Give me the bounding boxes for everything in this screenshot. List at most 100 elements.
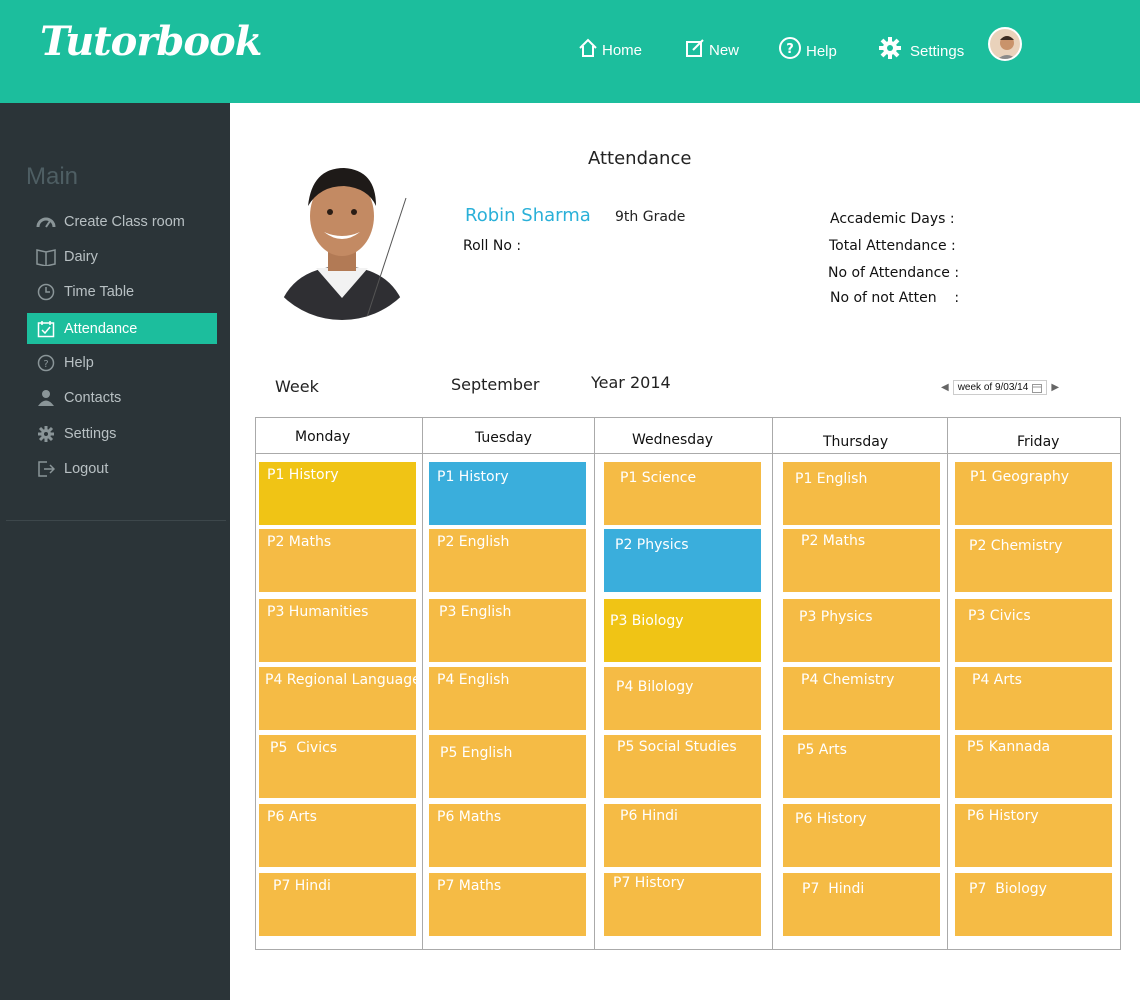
- period-cell[interactable]: P3 Physics: [783, 599, 940, 662]
- dashboard-icon: [36, 212, 56, 232]
- question-icon: ?: [36, 353, 56, 373]
- sidebar-item-label: Attendance: [64, 320, 138, 337]
- roll-no-label: Roll No :: [463, 238, 522, 254]
- sidebar-item-contacts[interactable]: Contacts: [27, 382, 217, 413]
- gear-icon: [879, 37, 901, 59]
- day-header-thursday: Thursday: [823, 434, 889, 450]
- sidebar-item-label: Create Class room: [64, 213, 185, 230]
- sidebar-item-label: Dairy: [64, 248, 98, 265]
- top-bar: Tutorbook Home New ? Help Settings: [0, 0, 1140, 103]
- nav-settings[interactable]: Settings: [878, 36, 964, 60]
- period-cell[interactable]: P6 Arts: [259, 804, 416, 867]
- user-avatar[interactable]: [988, 27, 1022, 61]
- week-picker-value: week of 9/03/14: [957, 382, 1029, 393]
- period-cell[interactable]: P2 Maths: [259, 529, 416, 592]
- svg-text:?: ?: [43, 359, 48, 370]
- nav-help-label: Help: [806, 42, 837, 60]
- period-cell[interactable]: P1 English: [783, 462, 940, 525]
- sidebar-item-label: Contacts: [64, 389, 122, 406]
- period-cell[interactable]: P6 Hindi: [604, 804, 761, 867]
- column-divider: [594, 418, 595, 949]
- no-of-attendance-label: No of Attendance :: [828, 265, 960, 281]
- period-cell[interactable]: P5 Arts: [783, 735, 940, 798]
- period-cell[interactable]: P5 English: [429, 735, 586, 798]
- student-grade: 9th Grade: [615, 209, 686, 225]
- period-cell[interactable]: P1 History: [429, 462, 586, 525]
- nav-home[interactable]: Home: [578, 36, 642, 59]
- clock-icon: [36, 282, 56, 302]
- period-cell[interactable]: P5 Social Studies: [604, 735, 761, 798]
- calendar-icon: [1032, 383, 1043, 393]
- student-name: Robin Sharma: [465, 205, 591, 226]
- month-label: September: [451, 375, 540, 394]
- period-cell[interactable]: P1 History: [259, 462, 416, 525]
- period-cell[interactable]: P7 History: [604, 873, 761, 936]
- period-cell[interactable]: P2 Chemistry: [955, 529, 1112, 592]
- day-header-wednesday: Wednesday: [632, 432, 714, 448]
- total-attendance-label: Total Attendance :: [829, 238, 956, 254]
- app-logo[interactable]: Tutorbook: [40, 18, 262, 65]
- sidebar-item-label: Time Table: [64, 283, 135, 300]
- period-cell[interactable]: P7 Biology: [955, 873, 1112, 936]
- period-cell[interactable]: P2 Maths: [783, 529, 940, 592]
- period-cell[interactable]: P7 Hindi: [259, 873, 416, 936]
- calendar-check-icon: [36, 319, 56, 339]
- period-cell[interactable]: P3 English: [429, 599, 586, 662]
- week-label: Week: [275, 377, 319, 396]
- nav-settings-label: Settings: [910, 42, 965, 60]
- period-cell[interactable]: P5 Kannada: [955, 735, 1112, 798]
- week-picker-field[interactable]: week of 9/03/14: [952, 380, 1048, 395]
- sidebar: Main Create Class room Dairy Time Table …: [0, 103, 230, 1000]
- day-header-tuesday: Tuesday: [475, 430, 532, 446]
- sidebar-item-dairy[interactable]: Dairy: [27, 241, 217, 272]
- period-cell[interactable]: P3 Humanities: [259, 599, 416, 662]
- period-cell[interactable]: P1 Geography: [955, 462, 1112, 525]
- sidebar-divider: [6, 520, 226, 521]
- period-cell[interactable]: P2 Physics: [604, 529, 761, 592]
- sidebar-title: Main: [26, 163, 79, 190]
- period-cell[interactable]: P3 Civics: [955, 599, 1112, 662]
- period-cell[interactable]: P6 History: [783, 804, 940, 867]
- period-cell[interactable]: P2 English: [429, 529, 586, 592]
- period-cell[interactable]: P7 Hindi: [783, 873, 940, 936]
- sidebar-item-label: Logout: [64, 460, 109, 477]
- timetable-header-divider: [256, 453, 1120, 454]
- period-cell[interactable]: P5 Civics: [259, 735, 416, 798]
- edit-icon: [686, 38, 704, 57]
- period-cell[interactable]: P7 Maths: [429, 873, 586, 936]
- sidebar-item-label: Settings: [64, 425, 117, 442]
- nav-home-label: Home: [602, 42, 643, 59]
- sidebar-item-attendance[interactable]: Attendance: [27, 313, 217, 344]
- sidebar-item-logout[interactable]: Logout: [27, 453, 217, 484]
- nav-new[interactable]: New: [685, 36, 739, 59]
- logout-icon: [36, 459, 56, 479]
- nav-help[interactable]: ? Help: [778, 36, 837, 60]
- sidebar-item-settings[interactable]: Settings: [27, 418, 217, 449]
- help-icon: ?: [779, 37, 801, 59]
- period-cell[interactable]: P4 Regional Language: [259, 667, 416, 730]
- book-icon: [36, 247, 56, 267]
- week-picker: ◀ week of 9/03/14 ▶: [941, 380, 1059, 395]
- no-of-not-atten-label: No of not Atten :: [830, 290, 960, 306]
- prev-week-arrow-icon[interactable]: ◀: [941, 382, 949, 393]
- day-header-monday: Monday: [295, 429, 351, 445]
- home-icon: [579, 38, 597, 57]
- column-divider: [772, 418, 773, 949]
- student-photo: [256, 148, 428, 320]
- svg-text:?: ?: [786, 42, 794, 57]
- timetable: Monday Tuesday Wednesday Thursday Friday…: [255, 417, 1121, 950]
- period-cell[interactable]: P6 Maths: [429, 804, 586, 867]
- period-cell[interactable]: P4 Chemistry: [783, 667, 940, 730]
- sidebar-item-create-class-room[interactable]: Create Class room: [27, 206, 217, 237]
- period-cell[interactable]: P1 Science: [604, 462, 761, 525]
- sidebar-item-help[interactable]: ? Help: [27, 347, 217, 378]
- period-cell[interactable]: P4 Arts: [955, 667, 1112, 730]
- period-cell[interactable]: P4 English: [429, 667, 586, 730]
- sidebar-item-time-table[interactable]: Time Table: [27, 276, 217, 307]
- column-divider: [422, 418, 423, 949]
- period-cell[interactable]: P3 Biology: [604, 599, 761, 662]
- sidebar-item-label: Help: [64, 354, 94, 371]
- period-cell[interactable]: P6 History: [955, 804, 1112, 867]
- period-cell[interactable]: P4 Bilology: [604, 667, 761, 730]
- next-week-arrow-icon[interactable]: ▶: [1051, 382, 1059, 393]
